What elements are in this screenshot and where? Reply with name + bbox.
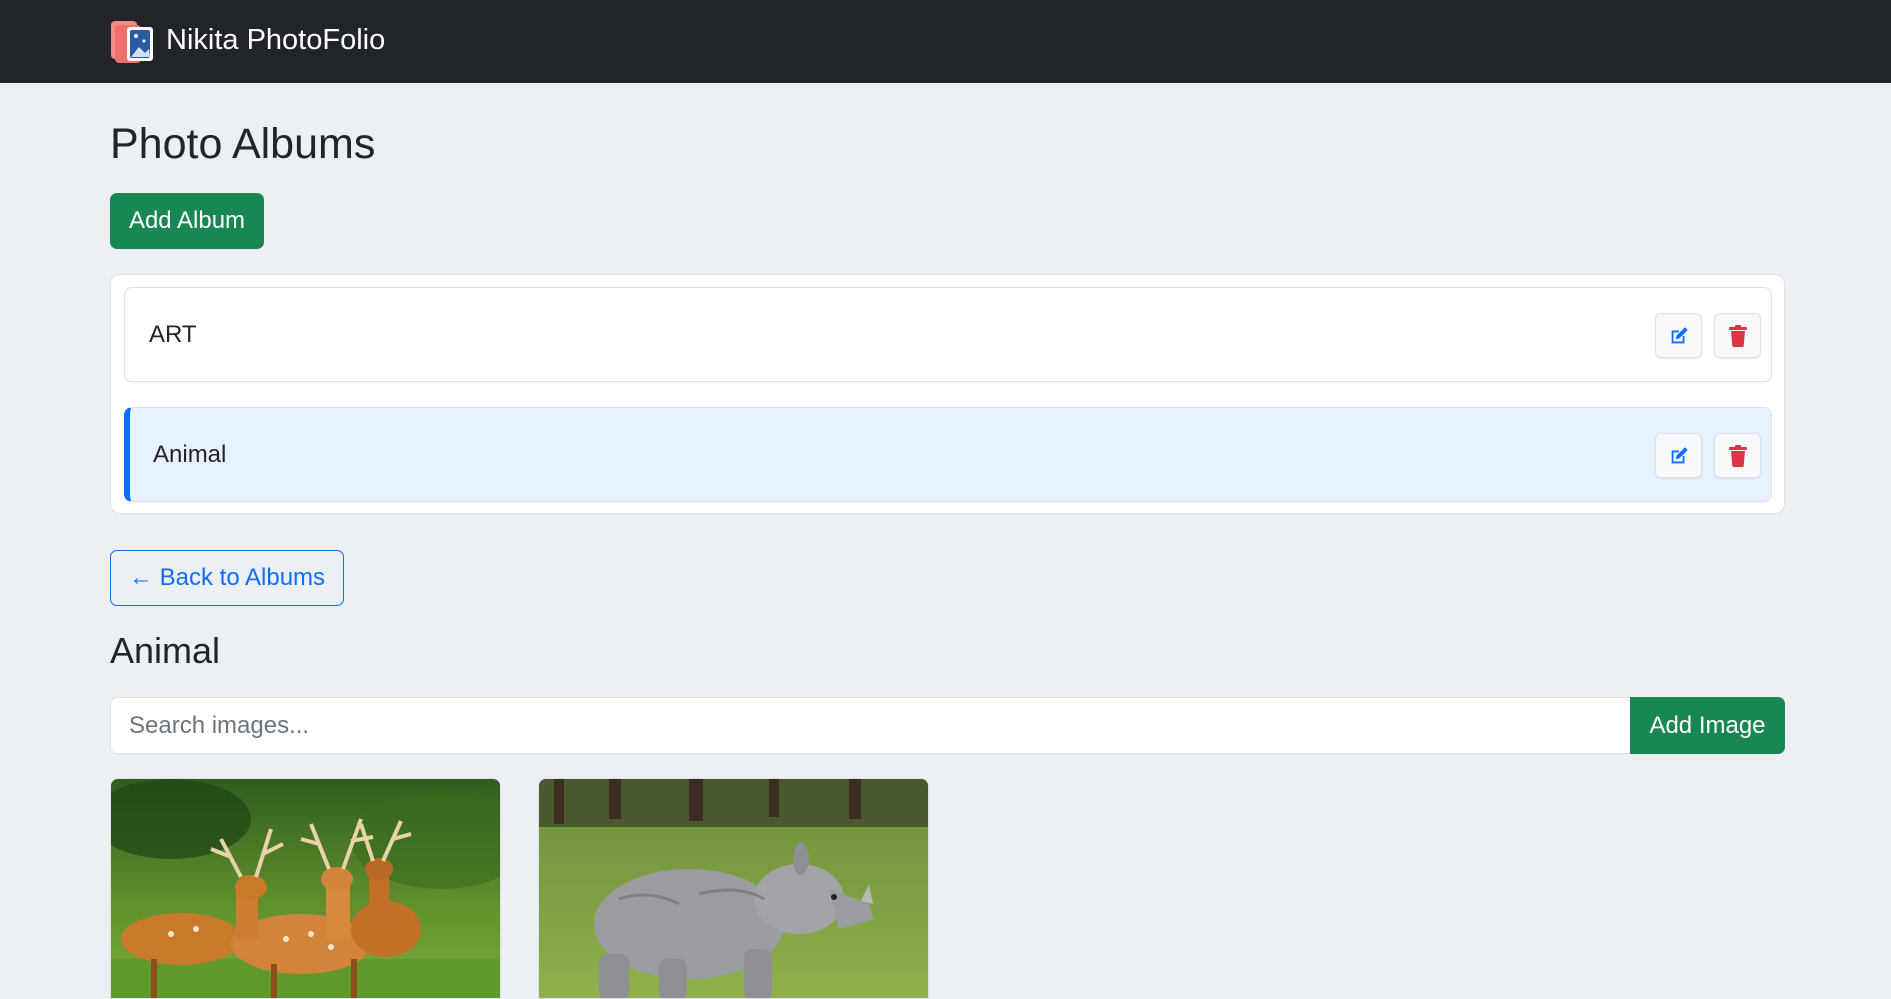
album-list: ART Animal [110,274,1785,514]
navbar-brand[interactable]: Nikita PhotoFolio [109,17,385,64]
album-name: Animal [153,440,227,468]
trash-icon [1728,444,1747,467]
edit-icon [1671,326,1688,343]
edit-icon [1671,446,1688,463]
brand-name: Nikita PhotoFolio [166,24,386,56]
delete-album-button[interactable] [1714,433,1761,478]
add-album-button[interactable]: Add Album [110,193,264,249]
page-title: Photo Albums [110,120,376,168]
add-image-button[interactable]: Add Image [1630,697,1785,754]
image-card-rhino[interactable] [538,778,929,999]
search-input[interactable] [110,697,1630,754]
deer-photo [111,779,500,998]
rhino-photo [539,779,928,998]
album-heading: Animal [110,630,221,671]
edit-album-button[interactable] [1655,433,1702,478]
album-name: ART [149,320,197,348]
trash-icon [1728,324,1747,347]
back-to-albums-button[interactable]: ← Back to Albums [110,550,344,606]
album-item-art[interactable]: ART [124,287,1772,382]
photo-album-icon [109,17,155,64]
delete-album-button[interactable] [1714,313,1761,358]
image-search-group: Add Image [110,697,1785,754]
navbar: Nikita PhotoFolio [0,0,1891,83]
album-item-animal[interactable]: Animal [124,407,1772,502]
edit-album-button[interactable] [1655,313,1702,358]
image-card-deer[interactable] [110,778,501,999]
